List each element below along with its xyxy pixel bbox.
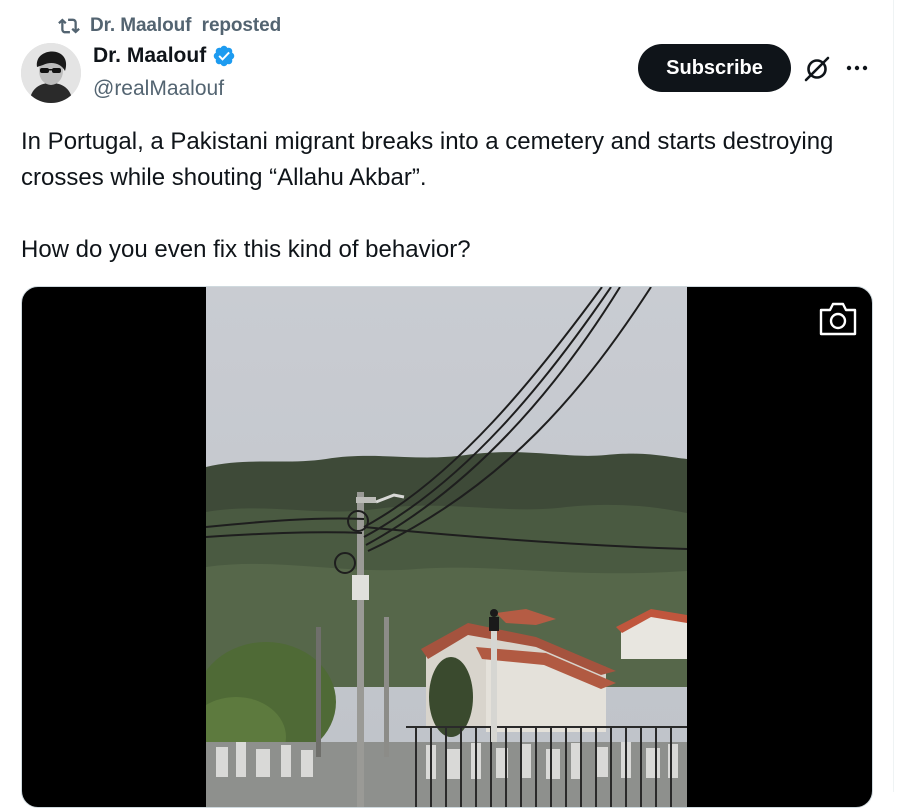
grok-icon[interactable] bbox=[802, 54, 832, 84]
avatar-photo bbox=[21, 43, 81, 103]
author-handle[interactable]: @realMaalouf bbox=[93, 77, 224, 101]
avatar[interactable] bbox=[21, 43, 81, 103]
subscribe-button[interactable]: Subscribe bbox=[638, 44, 791, 92]
author-name-row[interactable]: Dr. Maalouf bbox=[93, 44, 236, 68]
column-border bbox=[893, 0, 894, 792]
tweet-text: In Portugal, a Pakistani migrant breaks … bbox=[21, 124, 861, 268]
repost-indicator[interactable]: Dr. Maalouf reposted bbox=[58, 14, 281, 38]
tweet-text-paragraph-2: How do you even fix this kind of behavio… bbox=[21, 236, 471, 263]
video-player[interactable] bbox=[21, 286, 873, 808]
author-display-name[interactable]: Dr. Maalouf bbox=[93, 44, 206, 68]
verified-badge-icon bbox=[213, 45, 235, 67]
camera-icon[interactable] bbox=[817, 301, 859, 337]
video-frame bbox=[206, 287, 687, 807]
repost-label: Dr. Maalouf reposted bbox=[90, 15, 282, 36]
tweet-text-paragraph-1: In Portugal, a Pakistani migrant breaks … bbox=[21, 128, 834, 191]
repost-icon bbox=[58, 18, 80, 34]
more-options-icon[interactable] bbox=[844, 55, 870, 81]
